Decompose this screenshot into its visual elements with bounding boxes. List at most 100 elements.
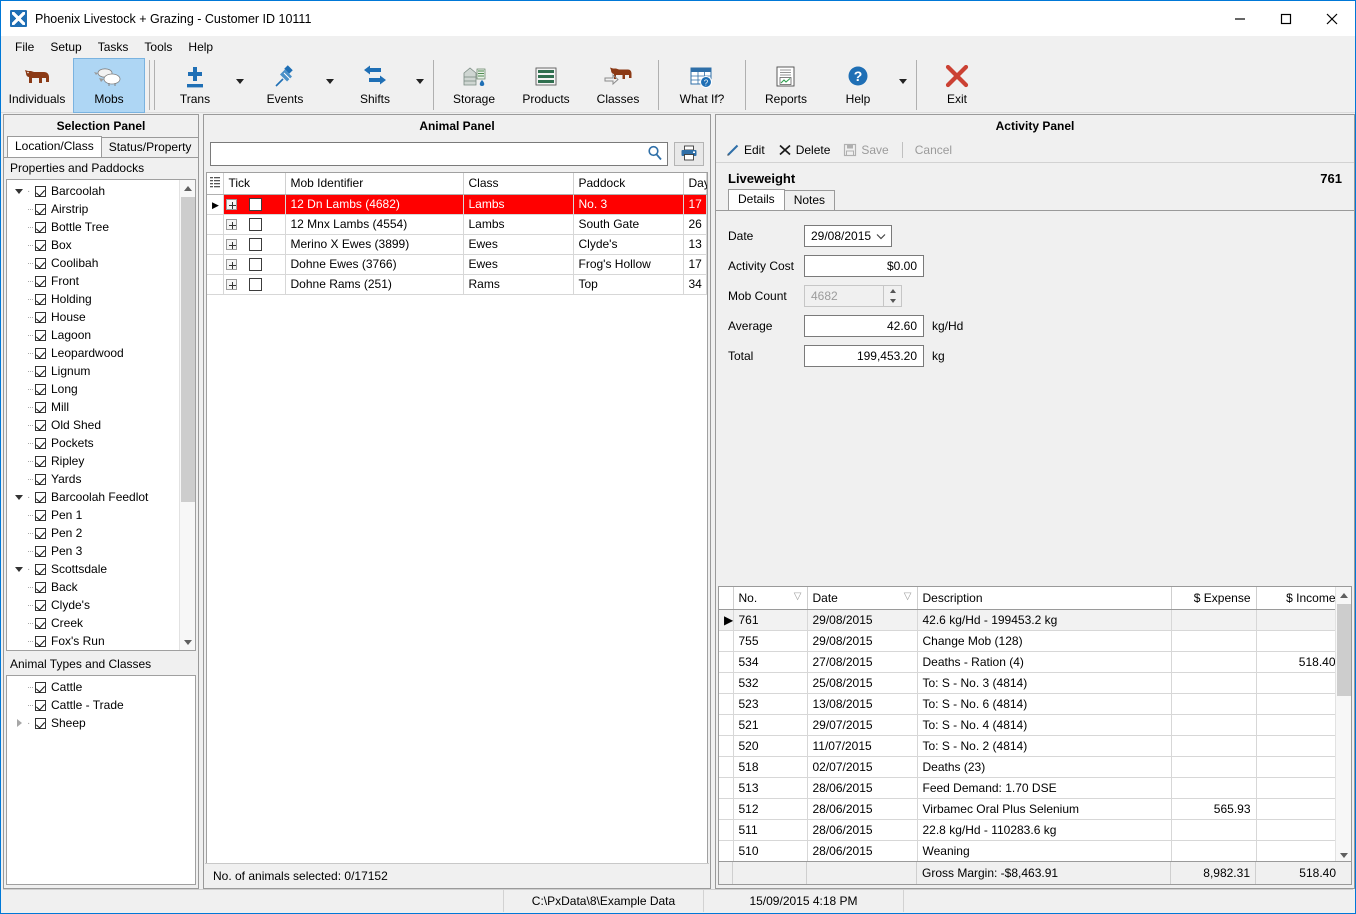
tick-cell[interactable] <box>223 194 286 215</box>
tree-node[interactable]: ··· Lignum <box>7 362 195 380</box>
tree-node[interactable]: ··· Yards <box>7 470 195 488</box>
average-input[interactable]: 42.60 <box>804 315 924 337</box>
scroll-up-arrow-icon[interactable] <box>180 180 195 196</box>
close-button[interactable] <box>1309 2 1355 36</box>
table-row[interactable]: 512 28/06/2015 Virbamec Oral Plus Selenium… <box>719 798 1342 820</box>
table-row[interactable]: Dohne Rams (251) Rams Top 34 <box>207 274 707 295</box>
activity-cost-input[interactable]: $0.00 <box>804 255 924 277</box>
toolbar-dropdown-shifts[interactable] <box>411 58 429 113</box>
delete-button[interactable]: Delete <box>778 143 830 157</box>
scroll-down-arrow-icon[interactable] <box>180 634 195 650</box>
table-row[interactable]: 755 29/08/2015 Change Mob (128) <box>719 630 1342 652</box>
tree-checkbox[interactable] <box>35 221 46 233</box>
tree-node[interactable]: ··· House <box>7 308 195 326</box>
tick-cell[interactable] <box>223 274 286 295</box>
tree-node[interactable]: ··· Lagoon <box>7 326 195 344</box>
toolbar-button-storage[interactable]: Storage <box>438 58 510 113</box>
tree-node[interactable]: ··· Pen 1 <box>7 506 195 524</box>
mobs-grid[interactable]: Tick Mob Identifier Class Paddock Days ▶… <box>206 172 708 864</box>
tree-checkbox[interactable] <box>35 203 46 215</box>
tree-checkbox[interactable] <box>35 293 46 305</box>
tree-checkbox[interactable] <box>35 581 46 593</box>
menu-item-tasks[interactable]: Tasks <box>90 38 137 56</box>
tick-checkbox[interactable] <box>248 198 262 212</box>
tab-location-class[interactable]: Location/Class <box>7 136 102 157</box>
tick-checkbox[interactable] <box>248 238 262 252</box>
tree-checkbox[interactable] <box>35 275 46 287</box>
toolbar-dropdown-help[interactable] <box>894 58 912 113</box>
tree-node[interactable]: ··· Long <box>7 380 195 398</box>
toolbar-button-shifts[interactable]: Shifts <box>339 58 411 113</box>
toolbar-button-trans[interactable]: Trans <box>159 58 231 113</box>
tree-checkbox[interactable] <box>35 365 46 377</box>
tree-checkbox[interactable] <box>35 681 46 693</box>
tree-checkbox[interactable] <box>35 455 46 467</box>
expand-row-icon[interactable] <box>225 259 237 271</box>
tree-checkbox[interactable] <box>35 311 46 323</box>
toolbar-dropdown-events[interactable] <box>321 58 339 113</box>
print-button[interactable] <box>674 142 704 166</box>
table-row[interactable]: 532 25/08/2015 To: S - No. 3 (4814) <box>719 672 1342 694</box>
table-row[interactable]: 521 29/07/2015 To: S - No. 4 (4814) <box>719 714 1342 736</box>
tree-node[interactable]: ··· Ripley <box>7 452 195 470</box>
tree-checkbox[interactable] <box>35 185 46 197</box>
tree-checkbox[interactable] <box>35 699 46 711</box>
tree-node[interactable]: · Barcoolah Feedlot <box>7 488 195 506</box>
toolbar-button-whatif[interactable]: ? What If? <box>663 58 741 113</box>
date-dropdown[interactable]: 29/08/2015 <box>804 225 892 247</box>
tick-cell[interactable] <box>223 254 286 275</box>
spinner-down-icon[interactable] <box>884 296 901 306</box>
toolbar-button-products[interactable]: Products <box>510 58 582 113</box>
tree-node[interactable]: ··· Leopardwood <box>7 344 195 362</box>
chevron-down-icon[interactable] <box>11 494 27 500</box>
tab-status-property[interactable]: Status/Property <box>100 137 200 157</box>
column-header-days[interactable]: Days <box>683 173 707 195</box>
spinner-buttons[interactable] <box>883 286 901 306</box>
tree-checkbox[interactable] <box>35 491 46 503</box>
tree-checkbox[interactable] <box>35 545 46 557</box>
menu-item-help[interactable]: Help <box>180 38 221 56</box>
column-header-class[interactable]: Class <box>463 173 574 195</box>
toolbar-button-individuals[interactable]: Individuals <box>1 58 73 113</box>
column-header-date[interactable]: Date ▽ <box>807 587 918 610</box>
column-header-paddock[interactable]: Paddock <box>573 173 684 195</box>
scroll-up-arrow-icon[interactable] <box>1336 587 1351 603</box>
column-header-description[interactable]: Description <box>917 587 1172 610</box>
tree-node[interactable]: · Barcoolah <box>7 182 195 200</box>
tab-notes[interactable]: Notes <box>783 190 836 210</box>
table-row[interactable]: ▶ 12 Dn Lambs (4682) Lambs No. 3 17 <box>207 194 707 215</box>
magnifier-icon[interactable] <box>647 145 663 164</box>
tree-checkbox[interactable] <box>35 239 46 251</box>
scrollbar-thumb[interactable] <box>181 197 195 502</box>
tree-node[interactable]: ··· Pen 3 <box>7 542 195 560</box>
tree-checkbox[interactable] <box>35 257 46 269</box>
tree-checkbox[interactable] <box>35 509 46 521</box>
expand-row-icon[interactable] <box>225 199 237 211</box>
tick-cell[interactable] <box>223 234 286 255</box>
table-row[interactable]: 520 11/07/2015 To: S - No. 2 (4814) <box>719 735 1342 757</box>
table-row[interactable]: 12 Mnx Lambs (4554) Lambs South Gate 26 <box>207 214 707 235</box>
tree-checkbox[interactable] <box>35 383 46 395</box>
toolbar-button-mobs[interactable]: Mobs <box>73 58 145 113</box>
properties-tree-scrollbar[interactable] <box>179 180 195 650</box>
tree-node[interactable]: ··· Clyde's <box>7 596 195 614</box>
tree-node[interactable]: ··· Bottle Tree <box>7 218 195 236</box>
tree-checkbox[interactable] <box>35 473 46 485</box>
toolbar-button-events[interactable]: Events <box>249 58 321 113</box>
tree-node[interactable]: ··· Airstrip <box>7 200 195 218</box>
chevron-down-icon[interactable] <box>11 188 27 194</box>
toolbar-button-help[interactable]: ? Help <box>822 58 894 113</box>
tick-cell[interactable] <box>223 214 286 235</box>
tree-node[interactable]: ··· Pen 2 <box>7 524 195 542</box>
toolbar-button-reports[interactable]: Reports <box>750 58 822 113</box>
tree-node[interactable]: ··· Fox's Run <box>7 632 195 650</box>
chevron-down-icon[interactable] <box>11 566 27 572</box>
expand-row-icon[interactable] <box>225 239 237 251</box>
tab-details[interactable]: Details <box>728 189 785 210</box>
table-row[interactable]: 513 28/06/2015 Feed Demand: 1.70 DSE <box>719 777 1342 799</box>
table-row[interactable]: 511 28/06/2015 22.8 kg/Hd - 110283.6 kg <box>719 819 1342 841</box>
tree-node[interactable]: ··· Front <box>7 272 195 290</box>
maximize-button[interactable] <box>1263 2 1309 36</box>
tree-checkbox[interactable] <box>35 717 46 729</box>
toolbar-button-exit[interactable]: Exit <box>921 58 993 113</box>
